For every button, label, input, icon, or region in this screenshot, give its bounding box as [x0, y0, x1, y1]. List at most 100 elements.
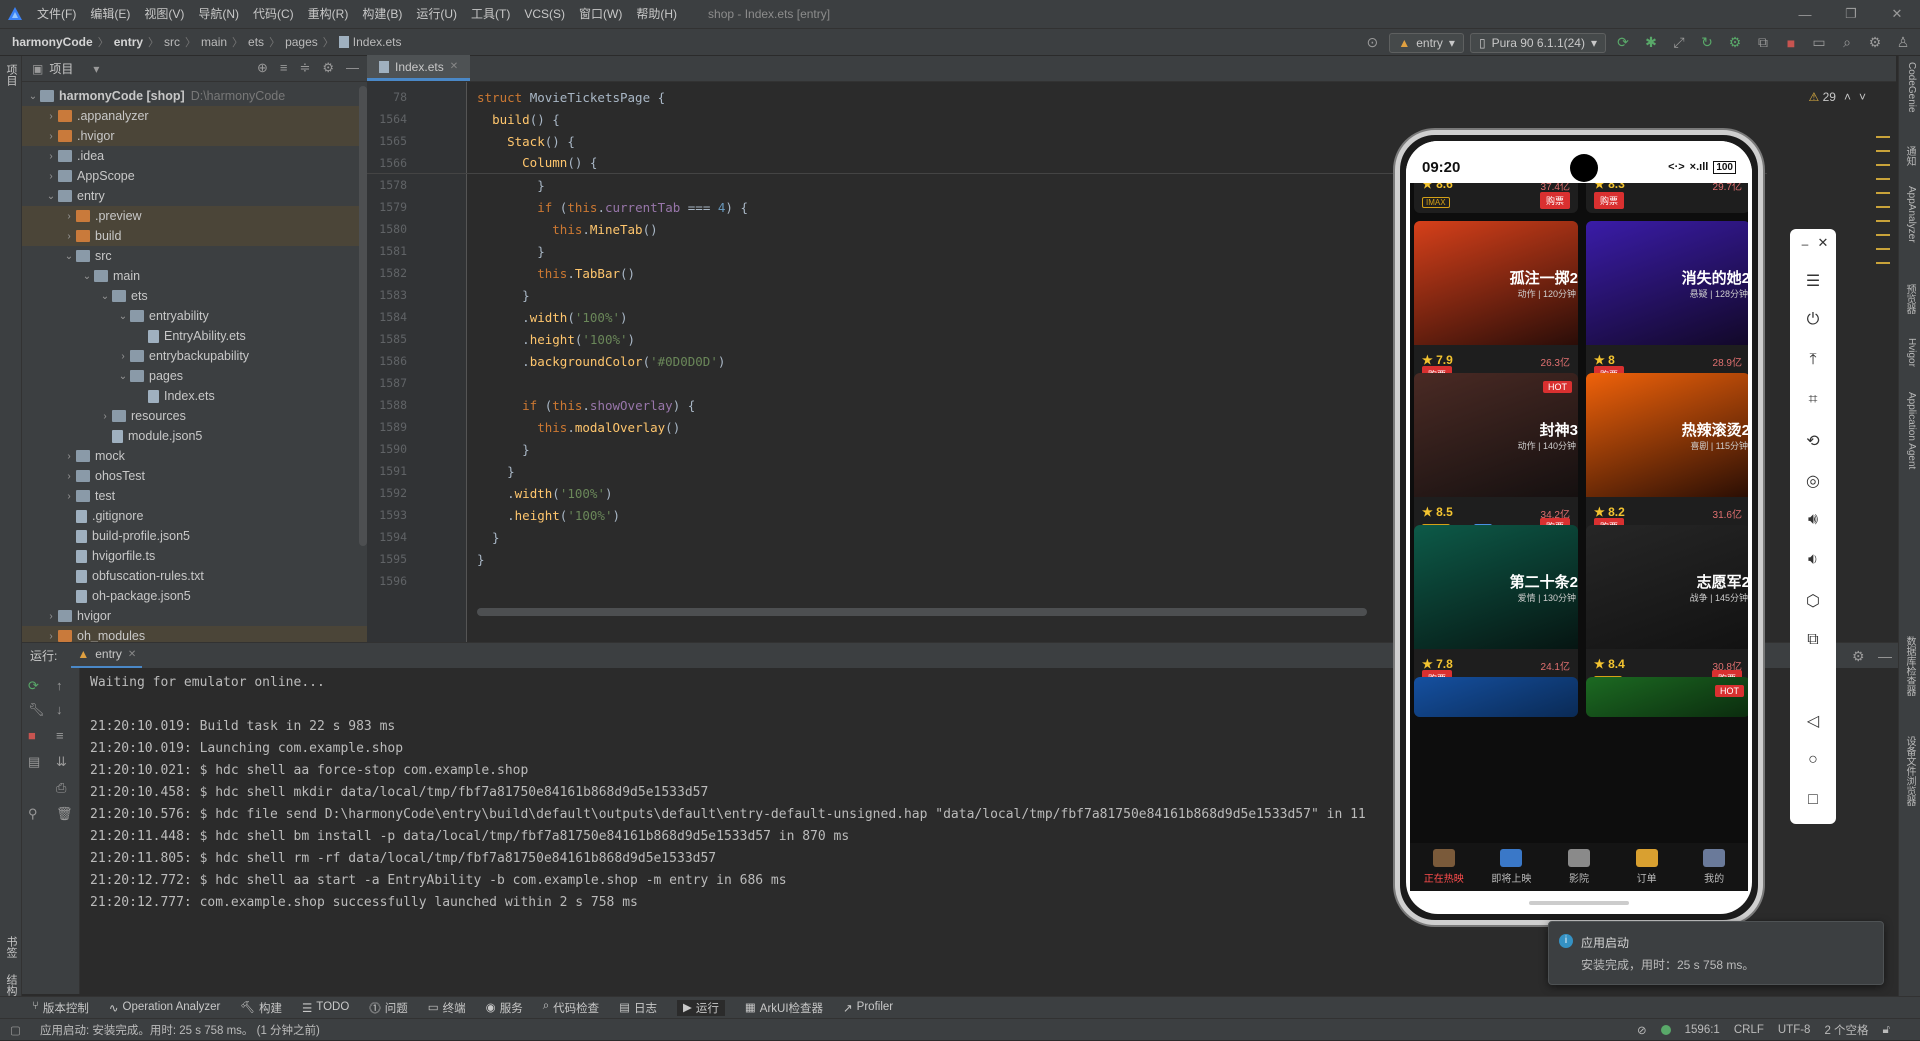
- rerun-icon[interactable]: ⟳: [1612, 32, 1634, 54]
- right-tool-tab[interactable]: 设备文件浏览器: [1901, 736, 1917, 806]
- scroll-to-end-icon[interactable]: ⇊: [56, 754, 67, 770]
- search-icon[interactable]: ⌕: [1836, 32, 1858, 54]
- tree-item[interactable]: › resources: [22, 406, 367, 426]
- close-icon[interactable]: ✕: [128, 649, 136, 660]
- tree-item[interactable]: module.json5: [22, 426, 367, 446]
- menu-item[interactable]: 构建(B): [355, 0, 409, 28]
- tree-item[interactable]: build-profile.json5: [22, 526, 367, 546]
- menu-item[interactable]: 运行(U): [409, 0, 464, 28]
- breadcrumb-item[interactable]: src: [164, 35, 180, 49]
- editor-tab-index[interactable]: Index.ets ✕: [367, 55, 471, 81]
- print-icon[interactable]: ⎙: [56, 780, 66, 796]
- code-line[interactable]: 78 struct MovieTicketsPage {: [367, 86, 1767, 108]
- tree-item[interactable]: ⌄ ets: [22, 286, 367, 306]
- chevron-down-icon[interactable]: ⌄: [44, 191, 58, 202]
- pin-icon[interactable]: ⚲: [28, 806, 38, 822]
- movie-poster[interactable]: 志愿军2 战争 | 145分钟: [1586, 525, 1748, 649]
- account-icon[interactable]: ♙: [1892, 32, 1914, 54]
- tree-item[interactable]: › ohosTest: [22, 466, 367, 486]
- run-tab-entry[interactable]: ▲ entry ✕: [71, 643, 143, 669]
- movie-card[interactable]: 热辣滚烫2喜剧 | 115分钟★ 8.231.6亿购票: [1586, 373, 1748, 541]
- hide-icon[interactable]: —: [346, 60, 359, 76]
- movie-poster[interactable]: HOT: [1586, 677, 1748, 717]
- chevron-up-icon[interactable]: ˄: [1844, 90, 1851, 104]
- chevron-right-icon[interactable]: ›: [44, 111, 58, 122]
- menu-item[interactable]: 导航(N): [191, 0, 246, 28]
- chevron-right-icon[interactable]: ›: [62, 211, 76, 222]
- tree-item[interactable]: ⌄ src: [22, 246, 367, 266]
- notification-popup[interactable]: i 应用启动 安装完成，用时：25 s 758 ms。: [1548, 921, 1884, 985]
- gear-icon[interactable]: ⚙: [1852, 648, 1865, 665]
- chevron-down-icon[interactable]: ▾: [93, 62, 99, 76]
- tab-item[interactable]: 影院: [1545, 843, 1613, 891]
- status-message[interactable]: 应用启动: 安装完成。用时: 25 s 758 ms。 (1 分钟之前): [40, 1022, 320, 1038]
- movie-card[interactable]: 孤注一掷2动作 | 120分钟★ 7.926.3亿购票: [1414, 221, 1578, 389]
- movie-poster[interactable]: 第二十条2 爱情 | 130分钟: [1414, 525, 1578, 649]
- menu-item[interactable]: 重构(R): [301, 0, 356, 28]
- movie-poster[interactable]: [1414, 677, 1578, 717]
- profile-icon[interactable]: ⚙: [1724, 32, 1746, 54]
- bottom-tool-7[interactable]: ⌕ 代码检查: [543, 1000, 599, 1016]
- bookmarks-tool-tab[interactable]: 书签: [3, 936, 19, 958]
- bottom-tool-4[interactable]: ⓵ 问题: [369, 1000, 408, 1016]
- pin-top-icon[interactable]: ⤒: [1790, 351, 1836, 369]
- screenshot-icon[interactable]: ◎: [1790, 471, 1836, 491]
- shake-icon[interactable]: ⬡: [1790, 591, 1836, 611]
- soft-wrap-icon[interactable]: ≡: [56, 728, 64, 743]
- chevron-right-icon[interactable]: ›: [62, 491, 76, 502]
- home-indicator[interactable]: [1529, 901, 1629, 905]
- tree-item[interactable]: › mock: [22, 446, 367, 466]
- close-icon[interactable]: ✕: [1874, 0, 1920, 28]
- close-icon[interactable]: ✕: [450, 61, 458, 72]
- breadcrumb-item[interactable]: entry: [114, 35, 143, 49]
- tree-item[interactable]: ⌄ main: [22, 266, 367, 286]
- tree-item[interactable]: oh-package.json5: [22, 586, 367, 606]
- menu-icon[interactable]: ☰: [1790, 271, 1836, 291]
- chevron-right-icon[interactable]: ›: [44, 631, 58, 642]
- volume-down-icon[interactable]: 🔉︎: [1790, 551, 1836, 569]
- tree-item[interactable]: › .idea: [22, 146, 367, 166]
- power-icon[interactable]: ⏻: [1790, 311, 1836, 329]
- movie-card[interactable]: 志愿军2战争 | 145分钟★ 8.430.8亿购票IMAX: [1586, 525, 1748, 693]
- chevron-down-icon[interactable]: ⌄: [26, 91, 40, 102]
- right-tool-tab[interactable]: Application Agent: [1901, 392, 1917, 469]
- tree-item[interactable]: .gitignore: [22, 506, 367, 526]
- tab-item[interactable]: 正在热映: [1410, 843, 1478, 891]
- rotate-icon[interactable]: ⟲: [1790, 431, 1836, 451]
- bottom-tool-2[interactable]: 🔨︎ 构建: [240, 1000, 282, 1016]
- tree-item[interactable]: › hvigor: [22, 606, 367, 626]
- editor-horizontal-scrollbar[interactable]: [477, 608, 1367, 616]
- home-icon[interactable]: ○: [1790, 751, 1836, 769]
- bottom-tool-11[interactable]: ↗ Profiler: [843, 1001, 893, 1015]
- debug-icon[interactable]: ✱: [1640, 32, 1662, 54]
- status-left-icon[interactable]: ▢: [10, 1023, 21, 1037]
- tab-item[interactable]: 即将上映: [1478, 843, 1546, 891]
- tree-item[interactable]: EntryAbility.ets: [22, 326, 367, 346]
- target-icon[interactable]: ⊙: [1361, 32, 1383, 54]
- chevron-down-icon[interactable]: ⌄: [80, 271, 94, 282]
- project-tool-tab[interactable]: 项目: [3, 64, 19, 86]
- right-tool-tab[interactable]: 通知: [1901, 146, 1917, 166]
- multi-window-icon[interactable]: ⧉: [1790, 631, 1836, 649]
- attach-debugger-icon[interactable]: ⤢: [1668, 32, 1690, 54]
- movie-poster[interactable]: 消失的她2 悬疑 | 128分钟: [1586, 221, 1748, 345]
- menu-item[interactable]: 工具(T): [464, 0, 517, 28]
- bottom-tool-6[interactable]: ◉ 服务: [486, 1000, 523, 1016]
- menu-item[interactable]: 帮助(H): [629, 0, 684, 28]
- breadcrumb-item[interactable]: Index.ets: [353, 35, 402, 49]
- close-icon[interactable]: ✕: [1800, 235, 1846, 251]
- movie-poster[interactable]: 热辣滚烫2 喜剧 | 115分钟: [1586, 373, 1748, 497]
- breadcrumb-item[interactable]: harmonyCode: [12, 35, 93, 49]
- rerun-icon[interactable]: ⟳: [28, 678, 39, 694]
- movie-card[interactable]: 第二十条2爱情 | 130分钟★ 7.824.1亿购票: [1414, 525, 1578, 693]
- layout-icon[interactable]: ▤: [28, 754, 40, 770]
- menu-item[interactable]: 代码(C): [246, 0, 301, 28]
- chevron-down-icon[interactable]: ⌄: [62, 251, 76, 262]
- tree-item[interactable]: › entrybackupability: [22, 346, 367, 366]
- right-tool-tab[interactable]: AppAnalyzer: [1901, 186, 1917, 243]
- device-manager-icon[interactable]: ▭: [1808, 32, 1830, 54]
- inspection-widget[interactable]: ⚠ 29 ˄ ˅: [1809, 90, 1867, 104]
- tree-item[interactable]: › .hvigor: [22, 126, 367, 146]
- tree-item[interactable]: Index.ets: [22, 386, 367, 406]
- right-tool-tab[interactable]: Hvigor: [1901, 338, 1917, 367]
